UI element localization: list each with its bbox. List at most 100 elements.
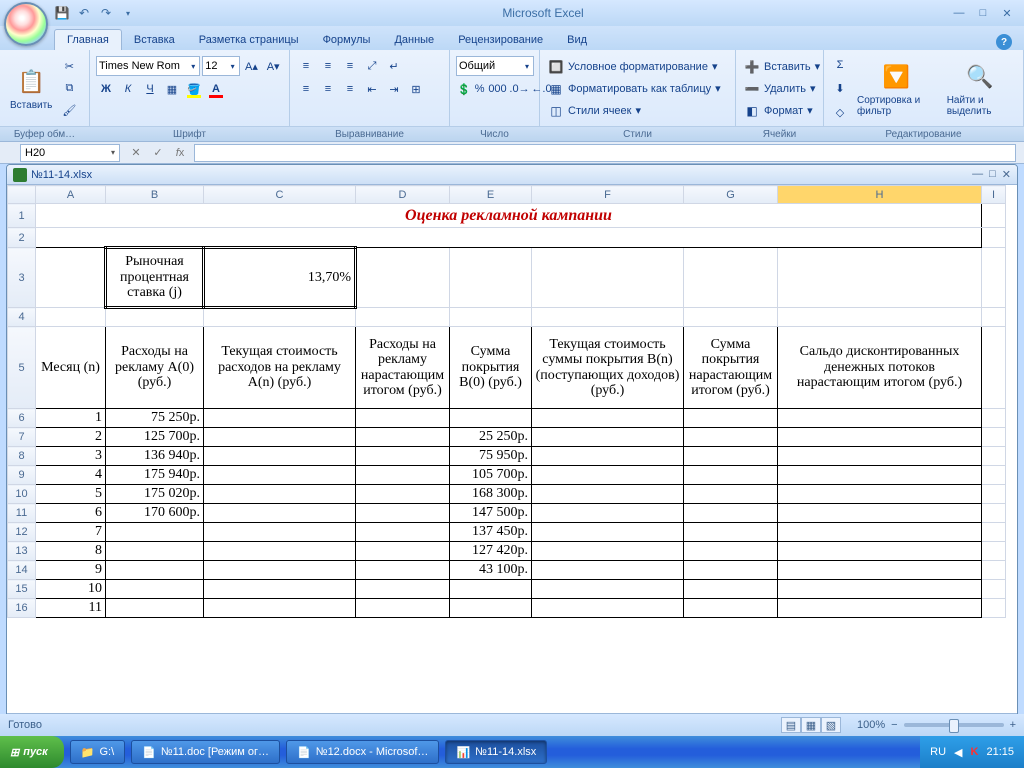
bold-button[interactable]: Ж — [96, 79, 116, 99]
orientation-icon[interactable]: ⤢ — [362, 56, 382, 76]
font-size-combo[interactable]: 12▾ — [202, 56, 239, 76]
ribbon-tabs: Главная Вставка Разметка страницы Формул… — [0, 26, 1024, 50]
excel-file-icon — [13, 168, 27, 182]
taskbar-item-icon: 📊 — [456, 746, 470, 759]
align-top-icon[interactable]: ≡ — [296, 56, 316, 76]
status-ready-label: Готово — [8, 719, 42, 731]
indent-decrease-icon[interactable]: ⇤ — [362, 79, 382, 99]
tab-home[interactable]: Главная — [54, 29, 122, 50]
taskbar-item-icon: 📁 — [81, 746, 95, 759]
grow-font-icon[interactable]: A▴ — [242, 56, 262, 76]
percent-icon[interactable]: % — [474, 79, 486, 99]
enter-formula-icon[interactable]: ✓ — [148, 144, 168, 162]
copy-icon[interactable]: ⧉ — [59, 79, 79, 99]
redo-icon[interactable]: ↷ — [98, 5, 114, 21]
insert-cells-button[interactable]: ➕Вставить ▾ — [742, 58, 822, 76]
workbook-maximize-button[interactable]: □ — [989, 168, 996, 181]
fx-icon[interactable]: fx — [170, 144, 190, 162]
name-box[interactable]: H20▾ — [20, 144, 120, 162]
insert-cells-icon: ➕ — [744, 59, 760, 75]
workbook-titlebar[interactable]: №11-14.xlsx — □ ✕ — [7, 165, 1017, 185]
align-center-icon[interactable]: ≡ — [318, 79, 338, 99]
underline-button[interactable]: Ч — [140, 79, 160, 99]
delete-cells-button[interactable]: ➖Удалить ▾ — [742, 80, 822, 98]
align-middle-icon[interactable]: ≡ — [318, 56, 338, 76]
taskbar-item[interactable]: 📁G:\ — [70, 740, 125, 764]
paste-button[interactable]: 📋 Вставить — [6, 64, 56, 113]
undo-icon[interactable]: ↶ — [76, 5, 92, 21]
close-button[interactable]: ✕ — [998, 6, 1016, 20]
currency-icon[interactable]: 💲 — [456, 79, 472, 99]
taskbar-item-icon: 📄 — [297, 746, 311, 759]
align-right-icon[interactable]: ≡ — [340, 79, 360, 99]
start-button[interactable]: ⊞ пуск — [0, 736, 64, 768]
borders-icon[interactable]: ▦ — [162, 79, 182, 99]
formula-bar[interactable] — [194, 144, 1016, 162]
group-number-label: Число — [444, 126, 545, 141]
workbook-close-button[interactable]: ✕ — [1002, 168, 1011, 181]
merge-cells-icon[interactable]: ⊞ — [406, 79, 426, 99]
tab-formulas[interactable]: Формулы — [311, 30, 383, 50]
cut-icon[interactable]: ✂ — [59, 57, 79, 77]
view-page-break-icon[interactable]: ▧ — [821, 717, 841, 733]
italic-button[interactable]: К — [118, 79, 138, 99]
align-bottom-icon[interactable]: ≡ — [340, 56, 360, 76]
status-bar: Готово ▤ ▦ ▧ 100% − + — [0, 714, 1024, 736]
autosum-icon[interactable]: Σ — [830, 55, 850, 75]
cell-styles-button[interactable]: ◫Стили ячеек ▾ — [546, 102, 723, 120]
taskbar-item[interactable]: 📊№11-14.xlsx — [445, 740, 547, 764]
clock[interactable]: 21:15 — [986, 746, 1014, 758]
indent-increase-icon[interactable]: ⇥ — [384, 79, 404, 99]
taskbar-item[interactable]: 📄№11.doc [Режим ог… — [131, 740, 280, 764]
number-format-combo[interactable]: Общий▾ — [456, 56, 534, 76]
format-painter-icon[interactable]: 🖌 — [59, 101, 79, 121]
find-select-button[interactable]: 🔍Найти и выделить — [943, 59, 1017, 119]
comma-icon[interactable]: 000 — [487, 79, 507, 99]
fill-icon[interactable]: ⬇ — [830, 79, 850, 99]
taskbar-item[interactable]: 📄№12.docx - Microsof… — [286, 740, 439, 764]
windows-logo-icon: ⊞ — [10, 746, 19, 759]
table-icon: ▦ — [548, 81, 564, 97]
view-normal-icon[interactable]: ▤ — [781, 717, 801, 733]
clear-icon[interactable]: ◇ — [830, 103, 850, 123]
zoom-level[interactable]: 100% — [857, 719, 885, 731]
app-title: Microsoft Excel — [136, 6, 950, 20]
maximize-button[interactable]: □ — [974, 6, 992, 20]
save-icon[interactable]: 💾 — [54, 5, 70, 21]
worksheet-grid[interactable]: ABCDEFGHI1Оценка рекламной кампании23Рын… — [7, 185, 1017, 713]
wrap-text-icon[interactable]: ↵ — [384, 56, 404, 76]
increase-decimal-icon[interactable]: .0→ — [509, 79, 529, 99]
zoom-out-icon[interactable]: − — [891, 719, 897, 731]
sort-filter-button[interactable]: 🔽Сортировка и фильтр — [853, 59, 940, 119]
language-indicator[interactable]: RU — [930, 746, 946, 758]
fill-color-icon[interactable]: 🪣 — [184, 79, 204, 99]
tab-page-layout[interactable]: Разметка страницы — [187, 30, 311, 50]
font-color-icon[interactable]: A — [206, 79, 226, 99]
format-cells-button[interactable]: ◧Формат ▾ — [742, 102, 822, 120]
format-as-table-button[interactable]: ▦Форматировать как таблицу ▾ — [546, 80, 723, 98]
antivirus-icon[interactable]: K — [971, 746, 979, 758]
clipboard-icon: 📋 — [15, 66, 47, 98]
zoom-slider[interactable] — [904, 723, 1004, 727]
sort-icon: 🔽 — [880, 61, 912, 93]
conditional-formatting-button[interactable]: 🔲Условное форматирование ▾ — [546, 58, 723, 76]
zoom-in-icon[interactable]: + — [1010, 719, 1016, 731]
tray-icon[interactable]: ◀ — [954, 746, 962, 759]
minimize-button[interactable]: — — [950, 6, 968, 20]
tab-insert[interactable]: Вставка — [122, 30, 187, 50]
office-button[interactable] — [4, 2, 48, 46]
group-editing-label: Редактирование — [818, 126, 1024, 141]
group-styles-label: Стили — [534, 126, 741, 141]
tab-view[interactable]: Вид — [555, 30, 599, 50]
workbook-minimize-button[interactable]: — — [972, 168, 983, 181]
tab-data[interactable]: Данные — [382, 30, 446, 50]
font-face-combo[interactable]: Times New Rom▾ — [96, 56, 200, 76]
align-left-icon[interactable]: ≡ — [296, 79, 316, 99]
cancel-formula-icon[interactable]: ✕ — [126, 144, 146, 162]
shrink-font-icon[interactable]: A▾ — [263, 56, 283, 76]
tab-review[interactable]: Рецензирование — [446, 30, 555, 50]
quick-access-toolbar: 💾 ↶ ↷ ▾ — [54, 5, 136, 21]
help-icon[interactable]: ? — [996, 34, 1012, 50]
qat-dropdown-icon[interactable]: ▾ — [120, 5, 136, 21]
view-page-layout-icon[interactable]: ▦ — [801, 717, 821, 733]
